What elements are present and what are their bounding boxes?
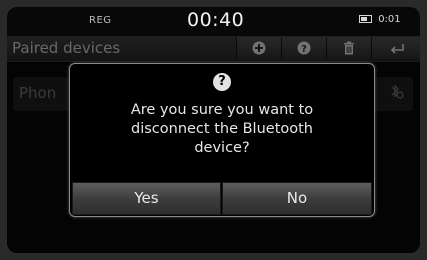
question-icon: ? [213,73,231,91]
dialog-message: Are you sure you want to disconnect the … [80,101,364,158]
status-indicators: 0:01 [359,14,401,25]
clock: 00:40 [187,9,245,31]
status-bar: REG 00:40 0:01 [7,7,420,35]
dialog-message-line: Are you sure you want to [130,102,314,118]
confirm-dialog: ? Are you sure you want to disconnect th… [69,63,375,217]
battery-icon [359,15,372,23]
dialog-message-line: device? [194,140,250,156]
indicator-text: 0:01 [378,14,401,25]
band-label: REG [89,15,112,26]
screen-frame: REG 00:40 0:01 Paired devices ? Phon ? A… [7,7,420,253]
yes-button[interactable]: Yes [72,182,221,215]
no-button[interactable]: No [222,182,372,215]
dialog-message-line: disconnect the Bluetooth [131,121,313,137]
